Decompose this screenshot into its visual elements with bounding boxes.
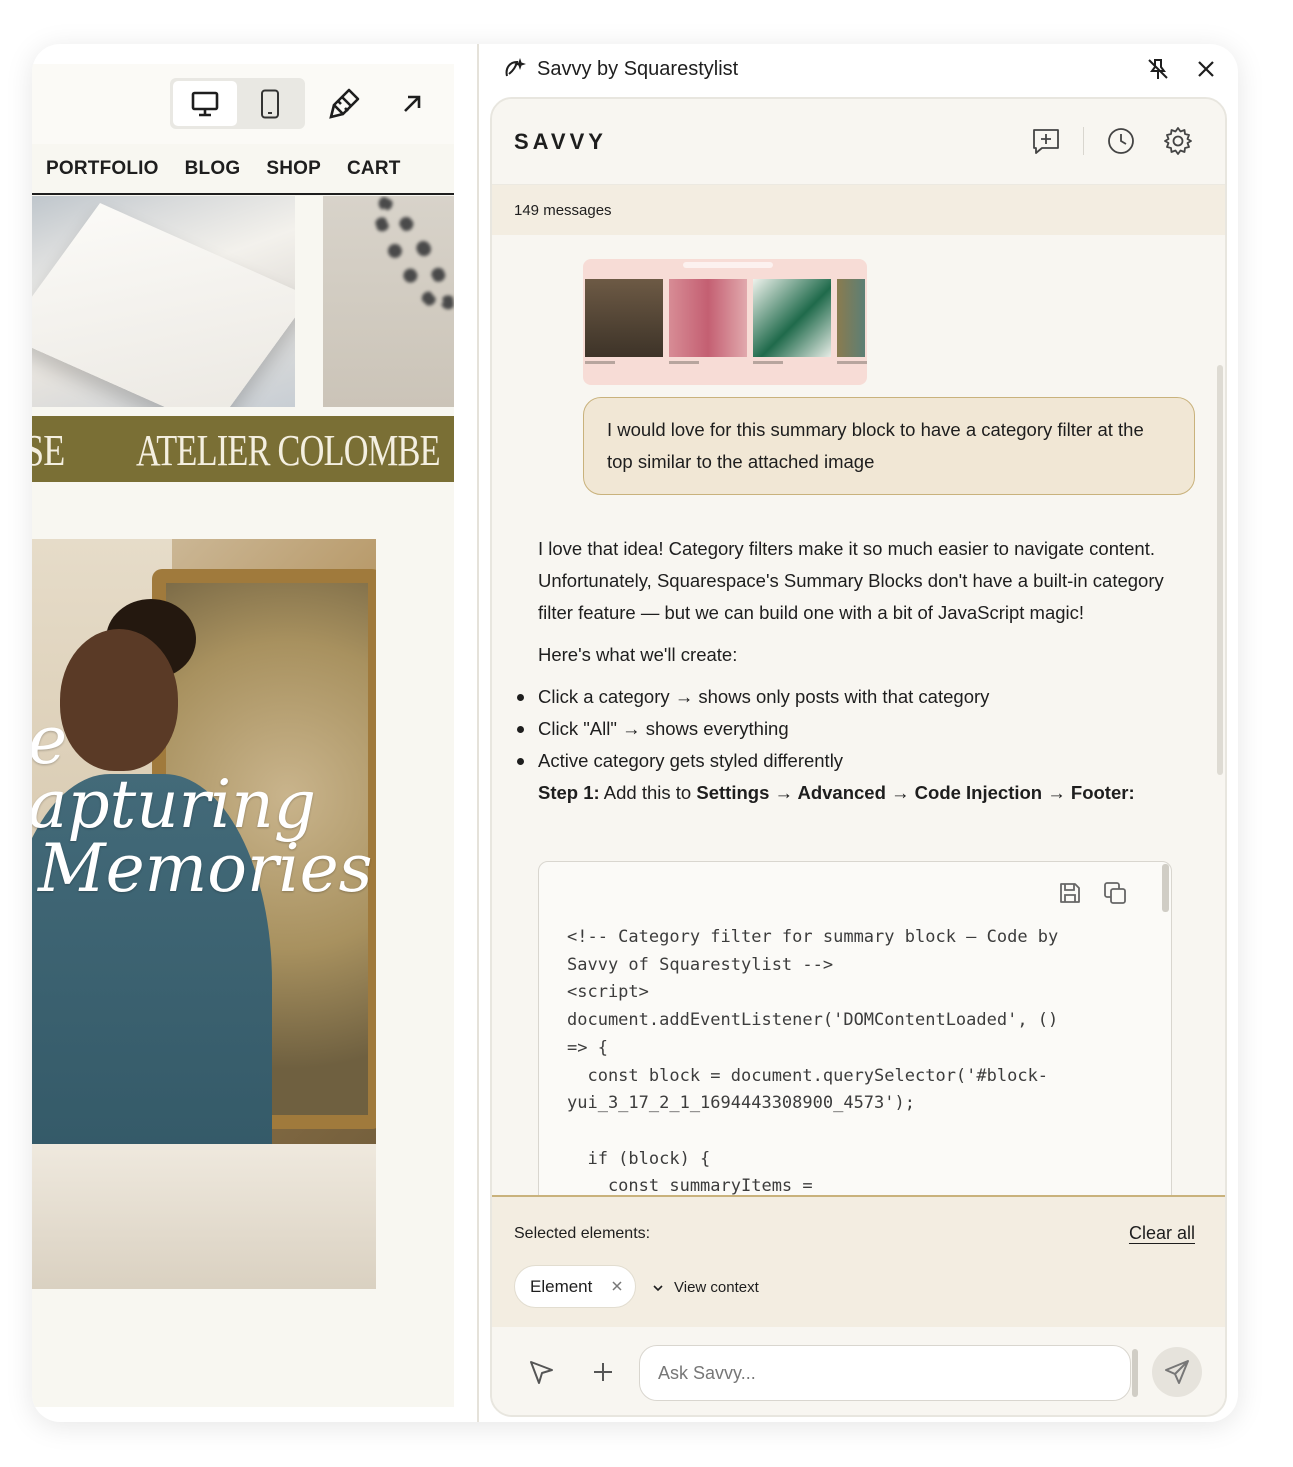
desktop-icon	[191, 91, 219, 116]
element-chip-label: Element	[530, 1276, 593, 1296]
marquee-text: ATELIER COLOMBE	[136, 426, 441, 475]
device-toggle	[170, 78, 305, 129]
copy-code-button[interactable]	[1102, 880, 1128, 906]
selected-elements-area: Selected elements: Clear all Element Vie…	[492, 1195, 1225, 1327]
reply-intro: I love that idea! Category filters make …	[538, 538, 1164, 623]
selected-elements-label: Selected elements:	[514, 1225, 651, 1242]
site-navigation: PORTFOLIO BLOG SHOP CART	[32, 144, 454, 195]
panel-title: Savvy by Squarestylist	[537, 58, 739, 80]
select-element-button[interactable]	[526, 1357, 556, 1387]
script-overlay-text: e apturing Memories	[32, 708, 373, 907]
gear-icon	[1164, 127, 1192, 155]
input-resize-handle[interactable]	[1132, 1349, 1138, 1397]
code-block[interactable]: <!-- Category filter for summary block —…	[538, 861, 1172, 1195]
app-window: PORTFOLIO BLOG SHOP CART SE ATELIER COLO…	[32, 44, 1238, 1422]
nav-link-blog[interactable]: BLOG	[185, 158, 241, 180]
new-message-icon	[1033, 129, 1059, 154]
site-preview: PORTFOLIO BLOG SHOP CART SE ATELIER COLO…	[32, 64, 454, 1407]
editorial-photo: e apturing Memories	[32, 539, 376, 1289]
list-item: Active category gets styled differently	[517, 745, 1178, 777]
arrow-up-right-icon	[404, 95, 421, 112]
composer	[492, 1327, 1225, 1415]
cursor-arrow-icon	[530, 1361, 553, 1384]
reply-lead: Here's what we'll create:	[538, 644, 738, 665]
paintbrush-icon	[329, 88, 360, 119]
preview-toolbar	[32, 64, 454, 144]
panel-divider[interactable]	[477, 44, 479, 1422]
marquee-text-partial: SE	[32, 426, 65, 475]
open-site-button[interactable]	[398, 90, 426, 118]
nav-link-shop[interactable]: SHOP	[266, 158, 321, 180]
style-editor-button[interactable]	[328, 86, 362, 120]
plus-icon	[594, 1363, 612, 1381]
view-context-label: View context	[674, 1279, 759, 1296]
mobile-icon	[261, 89, 279, 118]
attached-image-thumbnail[interactable]	[583, 259, 867, 385]
product-image-chain	[323, 196, 454, 407]
panel-title-bar: Savvy by Squarestylist	[490, 44, 1238, 96]
unpin-button[interactable]	[1145, 56, 1171, 82]
send-icon	[1165, 1360, 1189, 1384]
message-list[interactable]: I would love for this summary block to h…	[492, 235, 1225, 1195]
nav-link-portfolio[interactable]: PORTFOLIO	[46, 158, 159, 180]
view-context-toggle[interactable]: View context	[652, 1279, 759, 1296]
close-panel-button[interactable]	[1193, 56, 1219, 82]
marquee-banner: SE ATELIER COLOMBE	[32, 416, 454, 482]
clock-icon	[1108, 128, 1134, 154]
product-image-fabric	[32, 196, 295, 407]
save-code-button[interactable]	[1057, 880, 1083, 906]
attach-button[interactable]	[588, 1357, 618, 1387]
ask-savvy-input[interactable]	[639, 1345, 1131, 1401]
clear-all-link[interactable]: Clear all	[1129, 1223, 1195, 1244]
chat-header: SAVVY	[492, 99, 1225, 185]
header-separator	[1083, 127, 1084, 155]
feature-list: Click a category → shows only posts with…	[517, 681, 1178, 777]
list-item: Click "All" → shows everything	[517, 713, 1178, 745]
element-chip[interactable]: Element	[514, 1265, 636, 1308]
message-count: 149 messages	[514, 201, 612, 219]
sparkle-logo-icon	[505, 58, 526, 77]
settings-button[interactable]	[1162, 125, 1194, 157]
desktop-view-button[interactable]	[173, 81, 237, 126]
nav-link-cart[interactable]: CART	[347, 158, 401, 180]
send-button[interactable]	[1152, 1347, 1202, 1397]
chevron-down-icon	[653, 1284, 663, 1291]
list-item: Click a category → shows only posts with…	[517, 681, 1178, 713]
remove-chip-icon[interactable]	[609, 1278, 625, 1294]
brand-wordmark: SAVVY	[514, 129, 607, 154]
code-scrollbar[interactable]	[1162, 864, 1169, 912]
new-chat-button[interactable]	[1030, 125, 1062, 157]
code-content: <!-- Category filter for summary block —…	[567, 927, 1059, 1195]
assistant-reply: I love that idea! Category filters make …	[517, 533, 1178, 809]
message-count-bar: 149 messages	[492, 185, 1225, 235]
mobile-view-button[interactable]	[238, 81, 302, 126]
copy-icon	[1104, 882, 1126, 904]
user-message-bubble: I would love for this summary block to h…	[583, 397, 1195, 495]
message-scrollbar[interactable]	[1217, 365, 1223, 775]
close-icon	[1198, 61, 1214, 77]
history-button[interactable]	[1105, 125, 1137, 157]
chat-panel: SAVVY 149 messages I would love for this…	[490, 97, 1227, 1417]
step-instruction: Step 1: Add this to Settings → Advanced …	[538, 782, 1135, 803]
save-icon	[1060, 883, 1080, 903]
pin-off-icon	[1148, 59, 1168, 79]
